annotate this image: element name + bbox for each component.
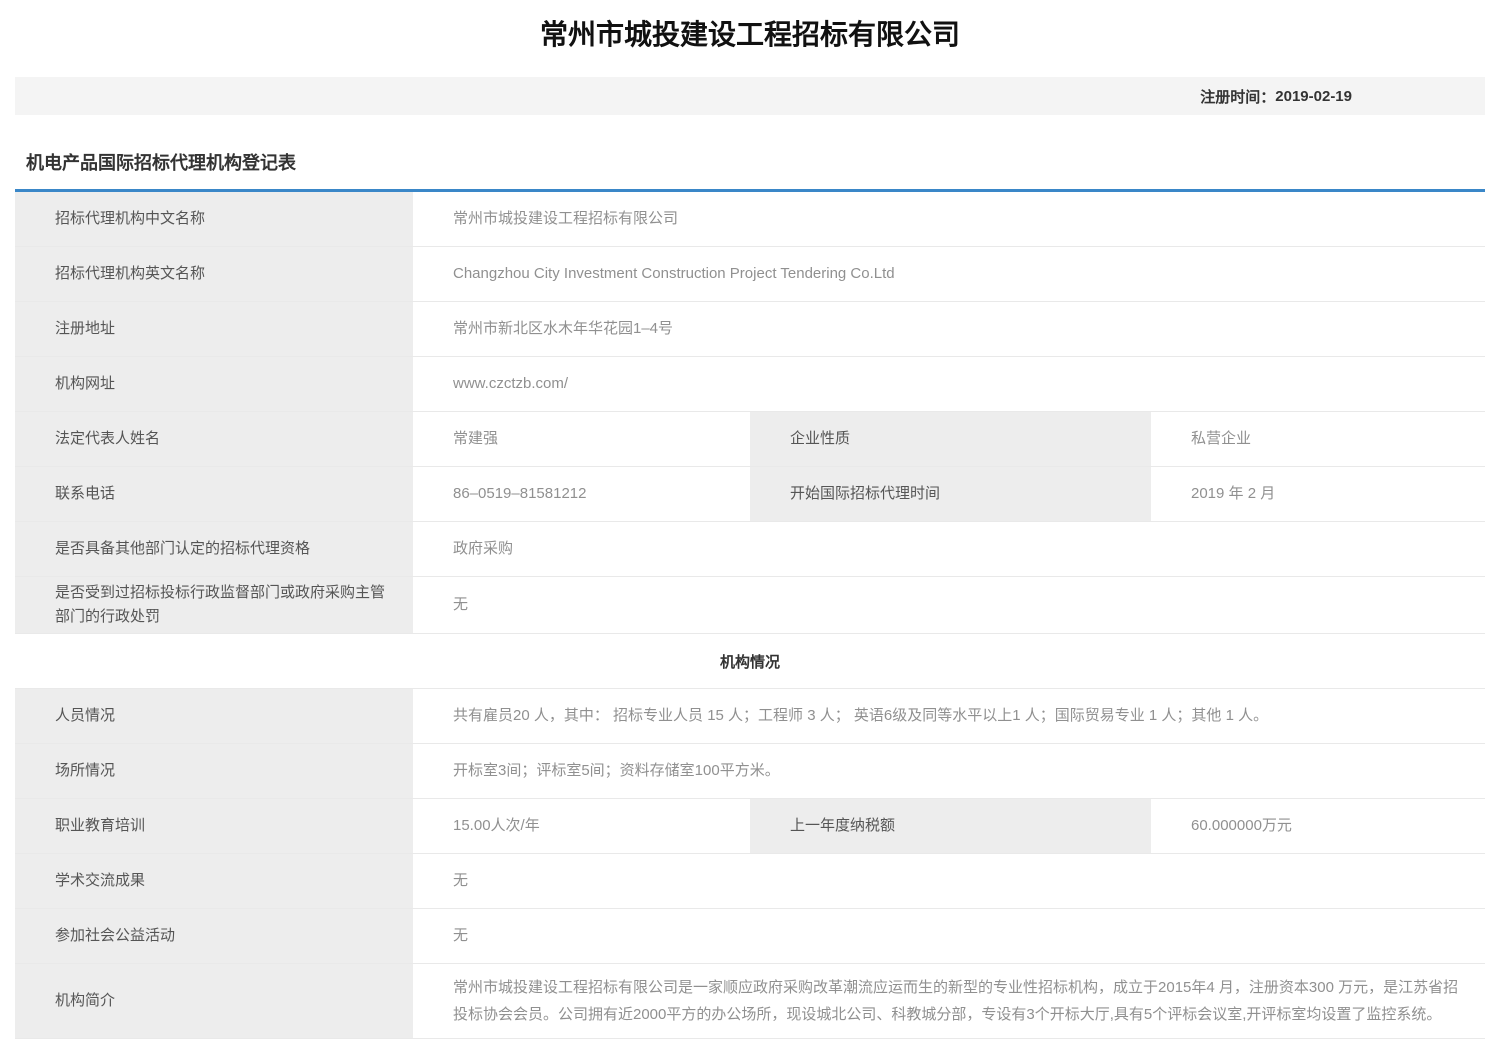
table-row-academic-exchange: 学术交流成果 无 xyxy=(15,854,1485,909)
row-value-2: 2019 年 2 月 xyxy=(1151,467,1485,521)
row-label: 参加社会公益活动 xyxy=(15,909,413,963)
row-value: 常建强 xyxy=(413,412,750,466)
registration-table: 招标代理机构中文名称 常州市城投建设工程招标有限公司 招标代理机构英文名称 Ch… xyxy=(15,192,1485,1039)
table-row-penalties: 是否受到过招标投标行政监督部门或政府采购主管部门的行政处罚 无 xyxy=(15,577,1485,634)
row-label: 法定代表人姓名 xyxy=(15,412,413,466)
table-row-intro: 机构简介 常州市城投建设工程招标有限公司是一家顺应政府采购改革潮流应运而生的新型… xyxy=(15,964,1485,1039)
table-row-website: 机构网址 www.czctzb.com/ xyxy=(15,357,1485,412)
row-value: 共有雇员20 人，其中： 招标专业人员 15 人；工程师 3 人； 英语6级及同… xyxy=(413,689,1485,743)
row-value: 常州市城投建设工程招标有限公司 xyxy=(413,192,1485,246)
registration-info-bar: 注册时间：2019-02-19 xyxy=(15,77,1485,115)
table-row-premises: 场所情况 开标室3间；评标室5间；资料存储室100平方米。 xyxy=(15,744,1485,799)
row-value-2: 60.000000万元 xyxy=(1151,799,1485,853)
row-value: 无 xyxy=(413,909,1485,963)
row-label: 联系电话 xyxy=(15,467,413,521)
table-row-other-qualifications: 是否具备其他部门认定的招标代理资格 政府采购 xyxy=(15,522,1485,577)
table-row-training-tax: 职业教育培训 15.00人次/年 上一年度纳税额 60.000000万元 xyxy=(15,799,1485,854)
table-row-en-name: 招标代理机构英文名称 Changzhou City Investment Con… xyxy=(15,247,1485,302)
row-label: 人员情况 xyxy=(15,689,413,743)
row-value: 政府采购 xyxy=(413,522,1485,576)
page-title: 常州市城投建设工程招标有限公司 xyxy=(0,20,1500,50)
row-label: 招标代理机构中文名称 xyxy=(15,192,413,246)
table-row-public-welfare: 参加社会公益活动 无 xyxy=(15,909,1485,964)
row-label-2: 开始国际招标代理时间 xyxy=(750,467,1151,521)
row-label: 注册地址 xyxy=(15,302,413,356)
table-row-personnel: 人员情况 共有雇员20 人，其中： 招标专业人员 15 人；工程师 3 人； 英… xyxy=(15,689,1485,744)
row-value: Changzhou City Investment Construction P… xyxy=(413,247,1485,301)
row-value: 常州市新北区水木年华花园1–4号 xyxy=(413,302,1485,356)
section-header-text: 机构情况 xyxy=(720,651,780,672)
row-label: 招标代理机构英文名称 xyxy=(15,247,413,301)
registration-time-value: 2019-02-19 xyxy=(1275,88,1352,105)
row-label: 是否具备其他部门认定的招标代理资格 xyxy=(15,522,413,576)
row-label: 学术交流成果 xyxy=(15,854,413,908)
website-value: www.czctzb.com/ xyxy=(413,357,1485,411)
row-label: 是否受到过招标投标行政监督部门或政府采购主管部门的行政处罚 xyxy=(15,577,413,633)
row-label: 场所情况 xyxy=(15,744,413,798)
row-value: 开标室3间；评标室5间；资料存储室100平方米。 xyxy=(413,744,1485,798)
table-row-cn-name: 招标代理机构中文名称 常州市城投建设工程招标有限公司 xyxy=(15,192,1485,247)
row-value: 无 xyxy=(413,577,1485,633)
table-row-legal-rep: 法定代表人姓名 常建强 企业性质 私营企业 xyxy=(15,412,1485,467)
table-row-address: 注册地址 常州市新北区水木年华花园1–4号 xyxy=(15,302,1485,357)
row-label: 机构简介 xyxy=(15,964,413,1038)
row-value: 86–0519–81581212 xyxy=(413,467,750,521)
row-label: 机构网址 xyxy=(15,357,413,411)
row-label-2: 企业性质 xyxy=(750,412,1151,466)
section-title: 机电产品国际招标代理机构登记表 xyxy=(15,149,1485,192)
intro-paragraph: 常州市城投建设工程招标有限公司是一家顺应政府采购改革潮流应运而生的新型的专业性招… xyxy=(413,964,1485,1038)
section-header-row: 机构情况 xyxy=(15,634,1485,689)
row-value: 15.00人次/年 xyxy=(413,799,750,853)
row-value-2: 私营企业 xyxy=(1151,412,1485,466)
row-label: 职业教育培训 xyxy=(15,799,413,853)
row-label-2: 上一年度纳税额 xyxy=(750,799,1151,853)
table-row-phone: 联系电话 86–0519–81581212 开始国际招标代理时间 2019 年 … xyxy=(15,467,1485,522)
registration-time-label: 注册时间： xyxy=(1200,86,1275,107)
row-value: 无 xyxy=(413,854,1485,908)
